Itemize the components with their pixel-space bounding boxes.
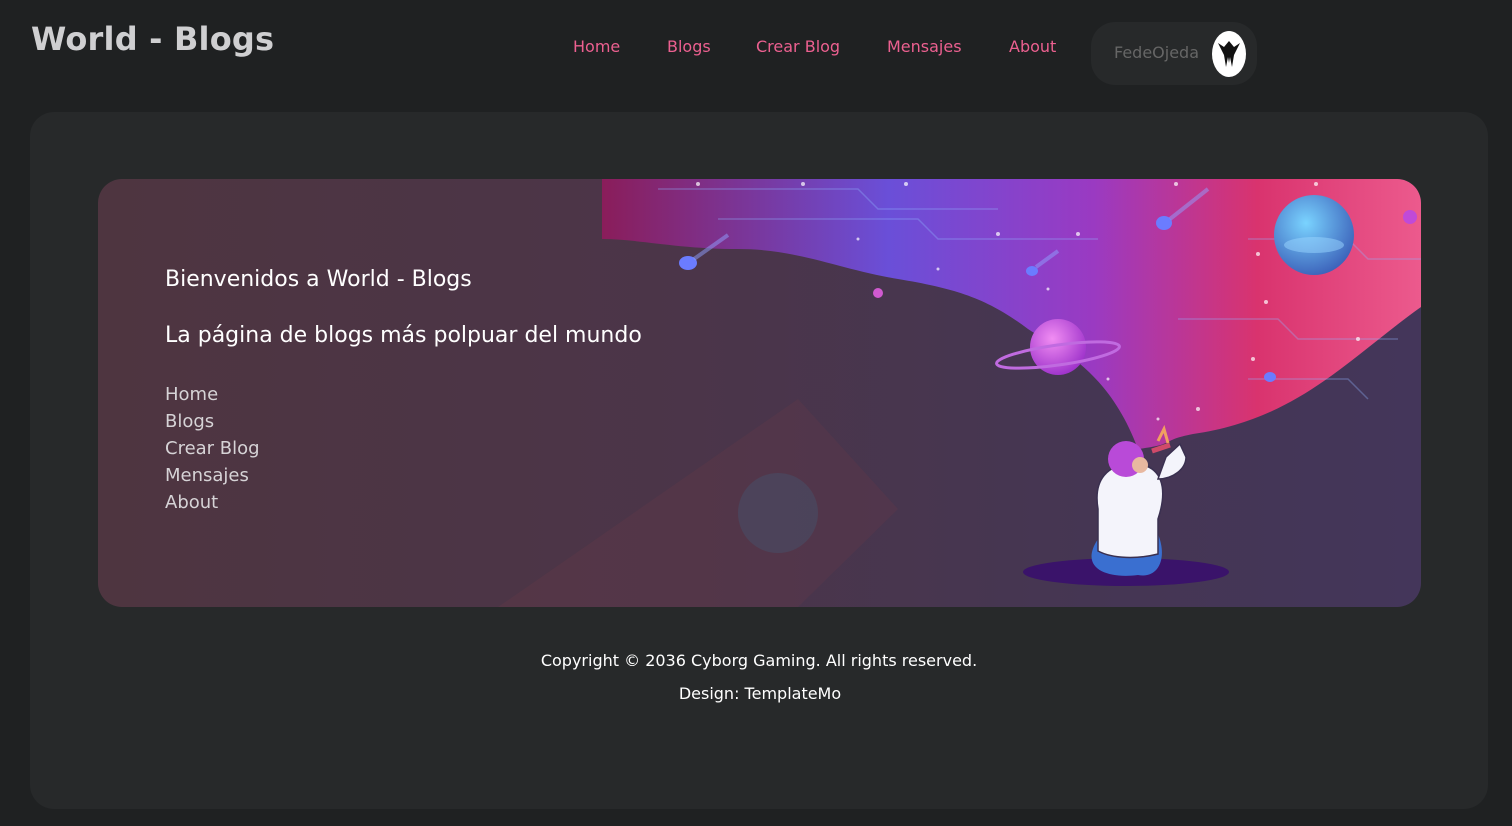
space-astronaut-illustration xyxy=(498,179,1421,607)
nav-about[interactable]: About xyxy=(1009,37,1056,56)
banner-links: Home Blogs Crear Blog Mensajes About xyxy=(165,381,260,516)
nav-blogs[interactable]: Blogs xyxy=(667,37,711,56)
nav-mensajes[interactable]: Mensajes xyxy=(887,37,962,56)
profile-username: FedeOjeda xyxy=(1114,43,1200,62)
main-content-card: Bienvenidos a World - Blogs La página de… xyxy=(30,112,1488,809)
banner-subtitle: La página de blogs más polpuar del mundo xyxy=(165,323,642,348)
footer-design-credit: Design: TemplateMo xyxy=(678,684,842,703)
main-nav: Home Blogs Crear Blog Mensajes About xyxy=(0,37,1512,61)
banner-link-mensajes[interactable]: Mensajes xyxy=(165,462,260,489)
user-avatar-icon xyxy=(1212,31,1246,77)
footer: Copyright © 2036 Cyborg Gaming. All righ… xyxy=(30,644,1488,710)
header: World - Blogs Home Blogs Crear Blog Mens… xyxy=(0,0,1512,100)
banner-link-crear-blog[interactable]: Crear Blog xyxy=(165,435,260,462)
banner-title: Bienvenidos a World - Blogs xyxy=(165,267,472,292)
banner-link-blogs[interactable]: Blogs xyxy=(165,408,260,435)
nav-crear-blog[interactable]: Crear Blog xyxy=(756,37,840,56)
welcome-banner: Bienvenidos a World - Blogs La página de… xyxy=(98,179,1421,607)
banner-link-home[interactable]: Home xyxy=(165,381,260,408)
nav-home[interactable]: Home xyxy=(573,37,620,56)
profile-button[interactable]: FedeOjeda xyxy=(1091,22,1257,85)
banner-link-about[interactable]: About xyxy=(165,489,260,516)
footer-copyright: Copyright © 2036 Cyborg Gaming. All righ… xyxy=(540,651,978,670)
